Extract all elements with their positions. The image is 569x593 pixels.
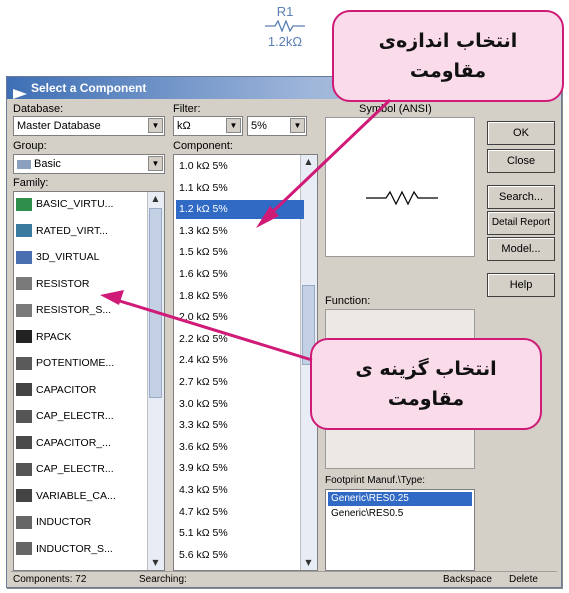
arrow-to-family bbox=[109, 296, 313, 362]
arrow-to-component bbox=[260, 98, 392, 224]
callout-arrows bbox=[100, 98, 392, 362]
